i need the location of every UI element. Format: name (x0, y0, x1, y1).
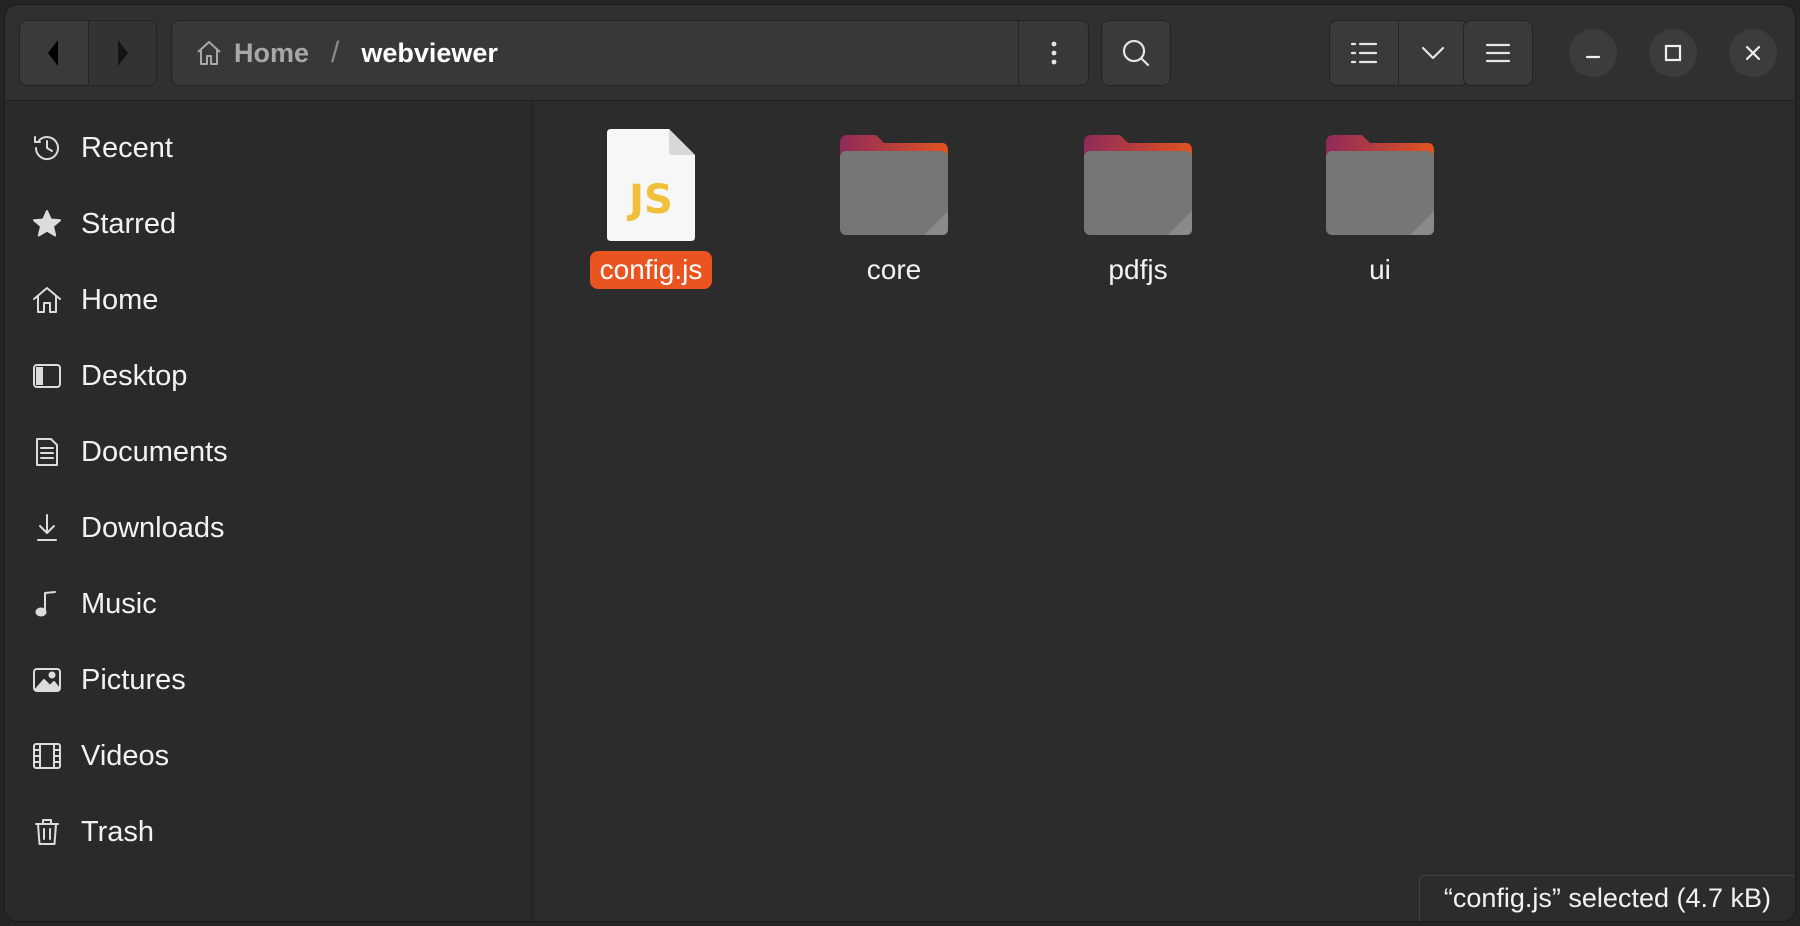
sidebar-item-pictures[interactable]: Pictures (5, 649, 533, 711)
music-note-icon (31, 588, 63, 620)
selection-status: “config.js” selected (4.7 kB) (1418, 875, 1795, 921)
sidebar-item-videos[interactable]: Videos (5, 725, 533, 787)
location-menu-button[interactable] (1018, 21, 1088, 85)
folder-icon (1078, 125, 1198, 245)
sidebar-item-label: Trash (81, 815, 155, 848)
file-view: JS config.js core pdfjs ui “config.js” s… (534, 101, 1795, 921)
sidebar-item-documents[interactable]: Documents (5, 421, 533, 483)
folder-name: core (866, 254, 922, 285)
sidebar-item-label: Music (81, 587, 157, 620)
vertical-ellipsis-icon (1051, 41, 1056, 65)
home-icon (31, 284, 63, 316)
sidebar-item-trash[interactable]: Trash (5, 801, 533, 863)
back-button[interactable] (20, 21, 88, 85)
sidebar-item-music[interactable]: Music (5, 573, 533, 635)
location-bar: Home / webviewer (171, 20, 1089, 86)
breadcrumb-home[interactable]: Home (194, 38, 309, 69)
header-bar: Home / webviewer (5, 5, 1795, 101)
star-icon (31, 208, 63, 240)
list-view-icon (1350, 42, 1378, 64)
folder-item[interactable]: pdfjs (1038, 125, 1238, 289)
close-icon (1745, 45, 1761, 61)
hamburger-menu-icon (1485, 43, 1511, 63)
sidebar-item-desktop[interactable]: Desktop (5, 345, 533, 407)
sidebar-item-label: Home (81, 283, 159, 316)
folder-item[interactable]: core (794, 125, 994, 289)
folder-name: pdfjs (1108, 254, 1168, 285)
sidebar-item-label: Starred (81, 207, 177, 240)
chevron-down-icon (1421, 46, 1445, 60)
folder-item[interactable]: ui (1280, 125, 1480, 289)
view-list-button[interactable] (1329, 20, 1399, 86)
maximize-icon (1664, 44, 1682, 62)
file-name: config.js (589, 251, 713, 289)
javascript-file-icon: JS (591, 125, 711, 245)
sidebar-item-label: Recent (81, 131, 173, 164)
maximize-button[interactable] (1649, 29, 1697, 77)
places-sidebar: Recent Starred Home Desktop Documents Do… (5, 101, 533, 921)
document-icon (31, 436, 63, 468)
download-icon (31, 512, 63, 544)
main-menu-button[interactable] (1463, 20, 1533, 86)
folder-icon (834, 125, 954, 245)
breadcrumb-current[interactable]: webviewer (361, 38, 498, 69)
sidebar-item-label: Downloads (81, 511, 225, 544)
sidebar-item-label: Pictures (81, 663, 186, 696)
sidebar-item-starred[interactable]: Starred (5, 193, 533, 255)
trash-icon (31, 816, 63, 848)
chevron-left-icon (47, 40, 58, 66)
file-manager-window: Home / webviewer Recent Starred Home Des… (4, 4, 1796, 922)
chevron-right-icon (118, 40, 129, 66)
navigation-buttons (19, 20, 157, 86)
js-icon-text: JS (626, 177, 673, 223)
home-icon (197, 41, 221, 65)
desktop-icon (31, 360, 63, 392)
sidebar-item-label: Videos (81, 739, 170, 772)
minimize-icon (1585, 55, 1601, 59)
forward-button[interactable] (87, 21, 156, 85)
clock-history-icon (31, 132, 63, 164)
sidebar-item-home[interactable]: Home (5, 269, 533, 331)
breadcrumb-home-label: Home (234, 37, 310, 68)
sidebar-item-recent[interactable]: Recent (5, 117, 533, 179)
sidebar-item-label: Desktop (81, 359, 188, 392)
close-button[interactable] (1729, 29, 1777, 77)
sidebar-item-downloads[interactable]: Downloads (5, 497, 533, 559)
view-options-dropdown[interactable] (1398, 20, 1468, 86)
minimize-button[interactable] (1569, 29, 1617, 77)
folder-icon (1320, 125, 1440, 245)
film-icon (31, 740, 63, 772)
file-item[interactable]: JS config.js (551, 125, 751, 289)
sidebar-item-label: Documents (81, 435, 228, 468)
picture-icon (31, 664, 63, 696)
folder-name: ui (1369, 254, 1391, 285)
breadcrumb-separator: / (331, 36, 340, 69)
search-icon (1122, 39, 1150, 67)
search-button[interactable] (1101, 20, 1171, 86)
